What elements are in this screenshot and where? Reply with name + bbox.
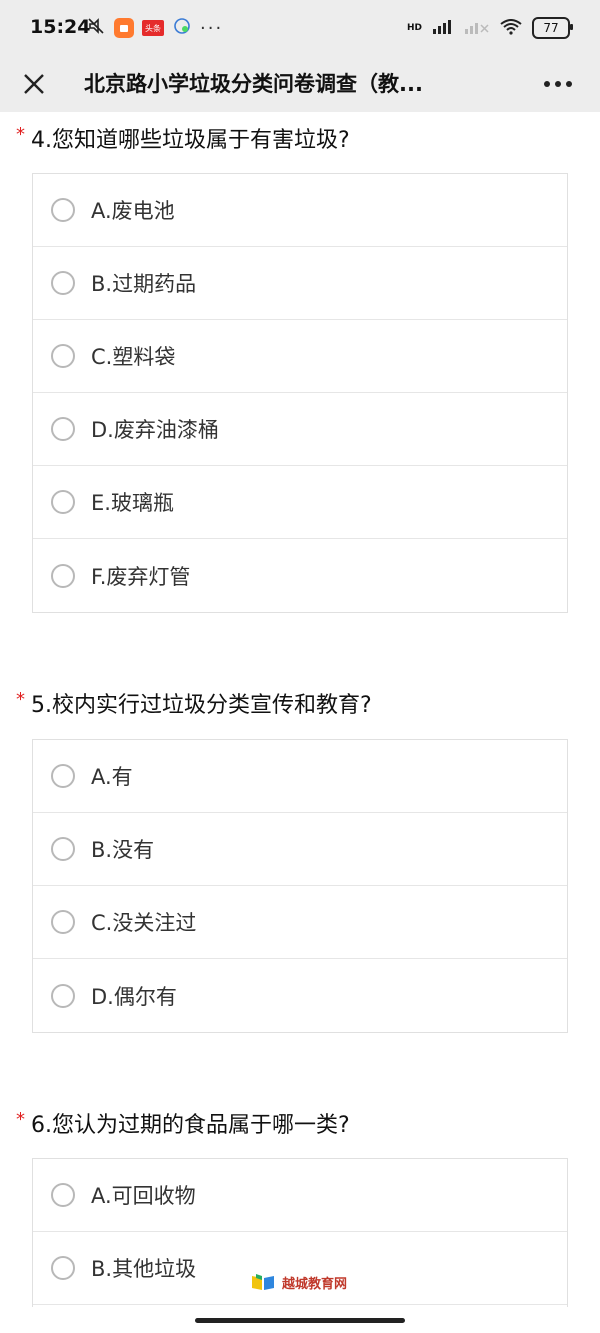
option-a[interactable]: A.有 <box>33 740 567 813</box>
book-logo-icon <box>252 1274 274 1290</box>
option-label: A.有 <box>91 765 133 789</box>
option-label: D.偶尔有 <box>91 984 177 1009</box>
radio-icon[interactable] <box>51 837 75 861</box>
option-label: C.塑料袋 <box>91 345 176 369</box>
mute-icon <box>86 16 106 40</box>
close-icon <box>24 74 44 94</box>
option-a[interactable]: A.废电池 <box>33 174 567 247</box>
page-title: 北京路小学垃圾分类问卷调查（教... <box>84 72 423 96</box>
required-mark: * <box>16 124 25 145</box>
app-notification-icon <box>114 18 134 38</box>
hd-label: HD <box>406 23 422 33</box>
option-a[interactable]: A.可回收物 <box>33 1159 567 1232</box>
option-label: F.废弃灯管 <box>91 564 191 589</box>
required-mark: * <box>16 1109 25 1130</box>
radio-icon[interactable] <box>51 344 75 368</box>
question-title: * 6.您认为过期的食品属于哪一类? <box>16 1107 350 1139</box>
wifi-icon <box>500 18 522 38</box>
option-c[interactable]: C.塑料袋 <box>33 320 567 393</box>
option-label: D.废弃油漆桶 <box>91 418 219 442</box>
radio-icon[interactable] <box>51 490 75 514</box>
question-title: * 5.校内实行过垃圾分类宣传和教育? <box>16 687 372 719</box>
question-title: * 4.您知道哪些垃圾属于有害垃圾? <box>16 122 350 154</box>
option-label: B.没有 <box>91 838 155 862</box>
more-button[interactable] <box>538 66 578 102</box>
radio-icon[interactable] <box>51 1256 75 1280</box>
watermark-text: 越城教育网 <box>282 1276 348 1292</box>
option-label: A.可回收物 <box>91 1184 196 1208</box>
required-mark: * <box>16 689 25 710</box>
option-list: A.废电池 B.过期药品 C.塑料袋 D.废弃油漆桶 E.玻璃瓶 F.废弃灯管 <box>32 173 568 613</box>
signal-2-icon <box>464 19 490 38</box>
option-label: C.没关注过 <box>91 911 197 935</box>
radio-icon[interactable] <box>51 764 75 788</box>
option-f[interactable]: F.废弃灯管 <box>33 539 567 612</box>
radio-icon[interactable] <box>51 1183 75 1207</box>
status-bar: 15:24 头条 ··· HD 77 <box>0 0 600 56</box>
option-e[interactable]: E.玻璃瓶 <box>33 466 567 539</box>
option-b[interactable]: B.过期药品 <box>33 247 567 320</box>
home-indicator[interactable] <box>195 1318 405 1323</box>
option-c[interactable]: C.没关注过 <box>33 886 567 959</box>
status-left-icons: 头条 ··· <box>86 14 223 42</box>
radio-icon[interactable] <box>51 271 75 295</box>
watermark: 越城教育网 <box>250 1272 347 1292</box>
question-text: 4.您知道哪些垃圾属于有害垃圾? <box>31 128 350 153</box>
option-label: E.玻璃瓶 <box>91 491 174 515</box>
option-label: B.过期药品 <box>91 272 197 296</box>
radio-icon[interactable] <box>51 983 75 1008</box>
option-b[interactable]: B.其他垃圾 <box>33 1232 567 1305</box>
close-button[interactable] <box>16 66 52 102</box>
battery-icon: 77 <box>532 17 573 39</box>
question-text: 6.您认为过期的食品属于哪一类? <box>31 1113 350 1138</box>
question-text: 5.校内实行过垃圾分类宣传和教育? <box>31 693 372 718</box>
option-list: A.有 B.没有 C.没关注过 D.偶尔有 <box>32 739 568 1033</box>
option-label: B.其他垃圾 <box>91 1257 197 1281</box>
radio-icon[interactable] <box>51 563 75 588</box>
option-d[interactable]: D.偶尔有 <box>33 959 567 1032</box>
status-time: 15:24 <box>30 16 91 38</box>
option-d[interactable]: D.废弃油漆桶 <box>33 393 567 466</box>
nav-bar: 北京路小学垃圾分类问卷调查（教... <box>0 56 600 112</box>
option-b[interactable]: B.没有 <box>33 813 567 886</box>
more-notifications-icon: ··· <box>200 17 224 39</box>
radio-icon[interactable] <box>51 910 75 934</box>
radio-icon[interactable] <box>51 198 75 222</box>
more-icon <box>544 81 572 87</box>
signal-icon <box>432 19 454 38</box>
radio-icon[interactable] <box>51 417 75 441</box>
news-app-icon: 头条 <box>142 20 164 36</box>
option-label: A.废电池 <box>91 199 175 223</box>
chat-app-icon <box>172 16 192 40</box>
status-right: HD 77 <box>406 14 573 42</box>
survey-content[interactable]: * 4.您知道哪些垃圾属于有害垃圾? A.废电池 B.过期药品 C.塑料袋 D.… <box>0 112 600 1307</box>
